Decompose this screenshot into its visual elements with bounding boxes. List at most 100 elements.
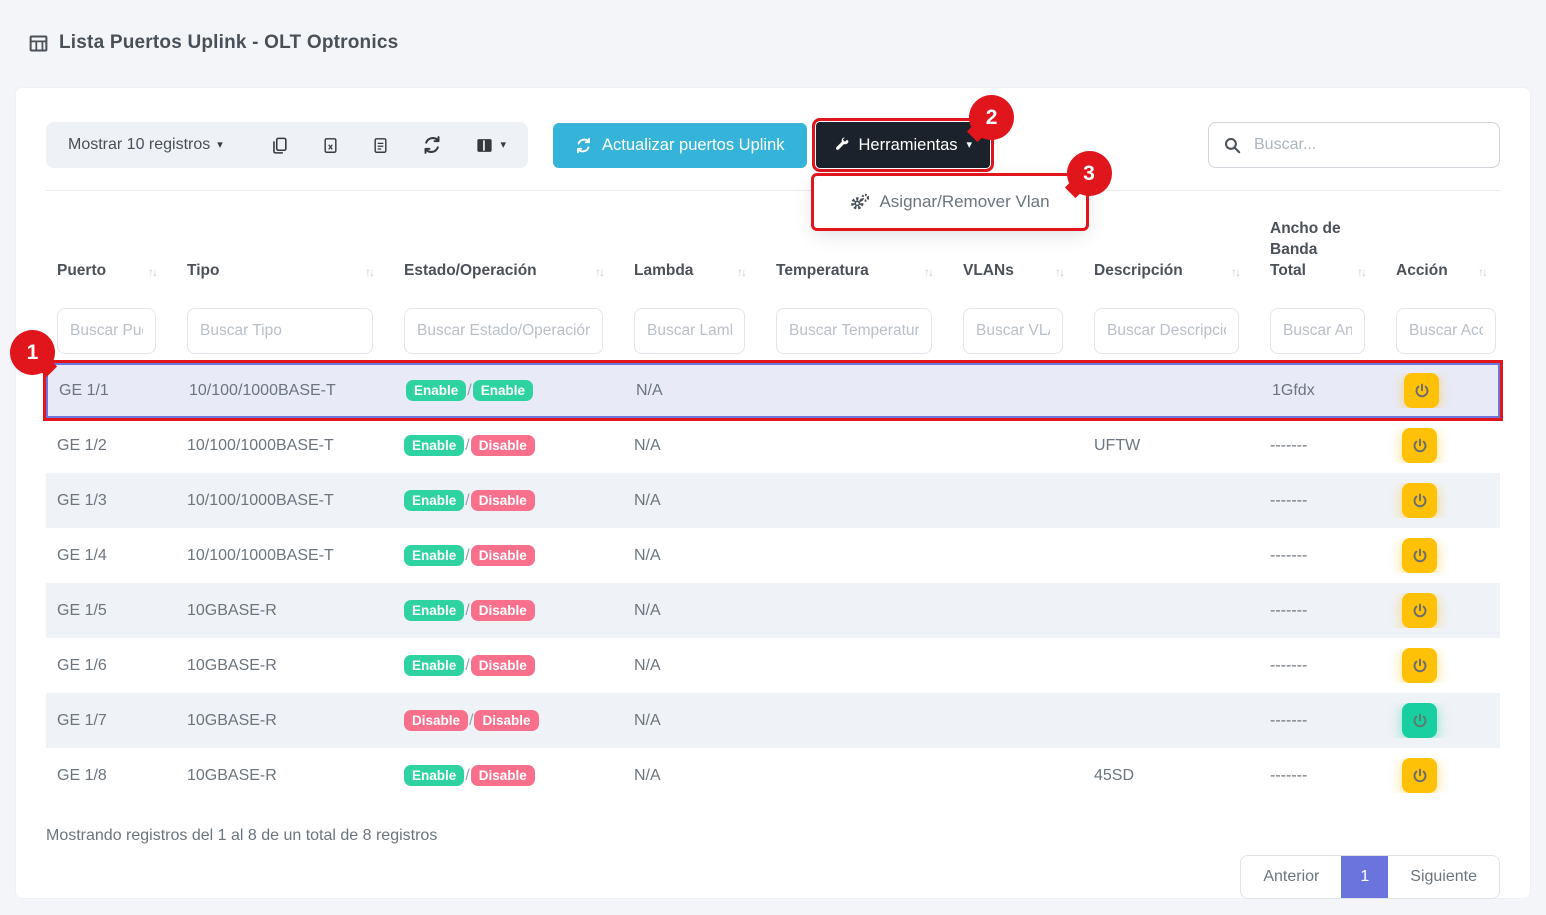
sort-icon[interactable]: ↑↓ <box>1357 264 1365 282</box>
power-toggle-button[interactable] <box>1402 648 1437 683</box>
estado-badge: Enable <box>404 600 464 621</box>
separator: / <box>465 437 469 455</box>
operacion-badge: Disable <box>471 765 535 786</box>
search-input[interactable] <box>1254 136 1485 154</box>
table-row-ge-1-4[interactable]: GE 1/4 10/100/1000BASE-T Enable/Disable … <box>46 528 1500 583</box>
sort-icon[interactable]: ↑↓ <box>1055 264 1063 282</box>
cell-estado-operacion: Enable/Disable <box>393 435 623 456</box>
sort-icon[interactable]: ↑↓ <box>365 264 373 282</box>
cell-descripcion: 45SD <box>1083 767 1259 785</box>
filter-estado-operacion-input[interactable] <box>404 308 603 354</box>
tools-dropdown-wrap: Herramientas ▾ 2 Asignar/Remover Vlan 3 <box>816 122 991 168</box>
menu-item-asignar-remover-vlan[interactable]: Asignar/Remover Vlan 3 <box>814 176 1086 228</box>
pagination-prev-button[interactable]: Anterior <box>1241 856 1341 898</box>
filter-descripcion-input[interactable] <box>1094 308 1239 354</box>
operacion-badge: Disable <box>471 545 535 566</box>
annotation-step-2: 2 <box>969 95 1014 140</box>
power-toggle-button[interactable] <box>1402 428 1437 463</box>
table-filter-row <box>46 298 1500 363</box>
toolbar-pill: Mostrar 10 registros ▾ <box>46 122 528 168</box>
update-uplink-ports-button[interactable]: Actualizar puertos Uplink <box>553 123 807 168</box>
cell-lambda: N/A <box>623 657 765 675</box>
excel-file-icon[interactable] <box>322 136 339 155</box>
operacion-badge: Disable <box>474 710 538 731</box>
table-footer: Mostrando registros del 1 al 8 de un tot… <box>46 825 1500 899</box>
cell-ancho-de-banda: ------- <box>1259 547 1385 565</box>
copy-icon[interactable] <box>270 136 289 155</box>
table-header-row: Puerto↑↓ Tipo↑↓ Estado/Operación↑↓ Lambd… <box>46 191 1500 298</box>
power-toggle-button[interactable] <box>1404 373 1439 408</box>
cell-puerto: GE 1/1 <box>48 382 178 400</box>
table-row-ge-1-1[interactable]: GE 1/1 10/100/1000BASE-T Enable/Enable N… <box>46 363 1500 418</box>
sort-icon[interactable]: ↑↓ <box>1231 264 1239 282</box>
separator: / <box>465 602 469 620</box>
column-header-temperatura[interactable]: Temperatura↑↓ <box>765 261 952 298</box>
table-row-ge-1-2[interactable]: GE 1/2 10/100/1000BASE-T Enable/Disable … <box>46 418 1500 473</box>
separator: / <box>467 382 471 400</box>
filter-vlans-input[interactable] <box>963 308 1063 354</box>
chevron-down-icon: ▾ <box>217 140 223 151</box>
sort-icon[interactable]: ↑↓ <box>737 264 745 282</box>
table-row-ge-1-6[interactable]: GE 1/6 10GBASE-R Enable/Disable N/A ----… <box>46 638 1500 693</box>
page-title: Lista Puertos Uplink - OLT Optronics <box>59 32 398 54</box>
column-header-puerto[interactable]: Puerto↑↓ <box>46 261 176 298</box>
filter-tipo-input[interactable] <box>187 308 373 354</box>
operacion-badge: Disable <box>471 655 535 676</box>
sort-icon[interactable]: ↑↓ <box>148 264 156 282</box>
content-card: 1 Mostrar 10 registros ▾ <box>16 88 1530 898</box>
power-toggle-button[interactable] <box>1402 483 1437 518</box>
estado-badge: Enable <box>404 655 464 676</box>
refresh-icon <box>575 137 592 154</box>
sort-icon[interactable]: ↑↓ <box>1478 264 1486 282</box>
cell-estado-operacion: Enable/Disable <box>393 545 623 566</box>
length-menu[interactable]: Mostrar 10 registros ▾ <box>68 136 223 154</box>
filter-temperatura-input[interactable] <box>776 308 932 354</box>
filter-puerto-input[interactable] <box>57 308 156 354</box>
column-header-estado-operacion[interactable]: Estado/Operación↑↓ <box>393 261 623 298</box>
table-icon <box>28 33 49 54</box>
cell-ancho-de-banda: ------- <box>1259 437 1385 455</box>
separator: / <box>465 767 469 785</box>
cell-puerto: GE 1/3 <box>46 492 176 510</box>
gears-icon <box>849 192 870 213</box>
columns-icon[interactable]: ▾ <box>475 136 506 155</box>
estado-badge: Enable <box>404 765 464 786</box>
column-header-descripcion[interactable]: Descripción↑↓ <box>1083 261 1259 298</box>
operacion-badge: Enable <box>473 380 533 401</box>
filter-ancho-input[interactable] <box>1270 308 1365 354</box>
column-header-vlans[interactable]: VLANs↑↓ <box>952 261 1083 298</box>
table-row-ge-1-8[interactable]: GE 1/8 10GBASE-R Enable/Disable N/A 45SD… <box>46 748 1500 803</box>
filter-accion-input[interactable] <box>1396 308 1496 354</box>
cell-descripcion: UFTW <box>1083 437 1259 455</box>
separator: / <box>465 547 469 565</box>
records-info: Mostrando registros del 1 al 8 de un tot… <box>46 825 437 845</box>
page-header: Lista Puertos Uplink - OLT Optronics <box>0 0 1546 54</box>
pagination-page-1-button[interactable]: 1 <box>1341 856 1388 898</box>
reload-icon[interactable] <box>422 135 442 155</box>
table-row-ge-1-3[interactable]: GE 1/3 10/100/1000BASE-T Enable/Disable … <box>46 473 1500 528</box>
cell-puerto: GE 1/8 <box>46 767 176 785</box>
cell-estado-operacion: Enable/Enable <box>395 380 625 401</box>
column-header-ancho-de-banda-total[interactable]: Ancho de Banda Total↑↓ <box>1259 219 1385 298</box>
sort-icon[interactable]: ↑↓ <box>595 264 603 282</box>
cell-tipo: 10GBASE-R <box>176 657 393 675</box>
power-toggle-button[interactable] <box>1402 538 1437 573</box>
column-header-tipo[interactable]: Tipo↑↓ <box>176 261 393 298</box>
column-header-lambda[interactable]: Lambda↑↓ <box>623 261 765 298</box>
table-row-ge-1-5[interactable]: GE 1/5 10GBASE-R Enable/Disable N/A ----… <box>46 583 1500 638</box>
cell-ancho-de-banda: ------- <box>1259 657 1385 675</box>
tools-button[interactable]: Herramientas ▾ <box>816 122 991 168</box>
power-toggle-button[interactable] <box>1402 758 1437 793</box>
cell-lambda: N/A <box>623 602 765 620</box>
power-toggle-button[interactable] <box>1402 703 1437 738</box>
cell-tipo: 10GBASE-R <box>176 602 393 620</box>
cell-tipo: 10/100/1000BASE-T <box>176 492 393 510</box>
sort-icon[interactable]: ↑↓ <box>924 264 932 282</box>
table-row-ge-1-7[interactable]: GE 1/7 10GBASE-R Disable/Disable N/A ---… <box>46 693 1500 748</box>
column-header-accion[interactable]: Acción↑↓ <box>1385 261 1500 298</box>
filter-lambda-input[interactable] <box>634 308 745 354</box>
power-toggle-button[interactable] <box>1402 593 1437 628</box>
file-export-icon[interactable] <box>372 136 389 155</box>
cell-lambda: N/A <box>623 767 765 785</box>
pagination-next-button[interactable]: Siguiente <box>1388 856 1499 898</box>
